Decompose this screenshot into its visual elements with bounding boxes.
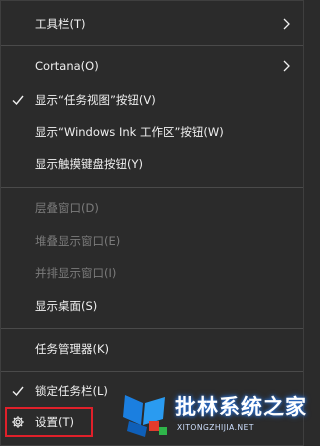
menu-item-label: 工具栏(T)	[35, 17, 86, 31]
menu-separator	[1, 328, 303, 329]
menu-item-label: 显示“Windows Ink 工作区”按钮(W)	[35, 125, 224, 139]
menu-item-label: 堆叠显示窗口(E)	[35, 234, 121, 248]
menu-separator	[1, 187, 303, 188]
chevron-right-icon	[283, 60, 290, 72]
menu-item-stack-windows: 堆叠显示窗口(E)	[1, 226, 303, 256]
menu-item-label: 显示桌面(S)	[35, 299, 98, 313]
menu-item-label: 锁定任务栏(L)	[35, 384, 108, 398]
menu-item-label: 设置(T)	[35, 415, 74, 429]
menu-item-label: 层叠窗口(D)	[35, 201, 99, 215]
menu-separator	[1, 371, 303, 372]
menu-item-show-task-view-button[interactable]: 显示“任务视图”按钮(V)	[1, 85, 303, 115]
menu-item-label: 并排显示窗口(I)	[35, 266, 117, 280]
menu-item-task-manager[interactable]: 任务管理器(K)	[1, 334, 303, 364]
menu-item-label: 任务管理器(K)	[35, 342, 110, 356]
menu-item-show-windows-ink-button[interactable]: 显示“Windows Ink 工作区”按钮(W)	[1, 117, 303, 147]
menu-item-label: 显示触摸键盘按钮(Y)	[35, 157, 143, 171]
taskbar-context-menu: 工具栏(T) Cortana(O) 显示“任务视图”按钮(V) 显示“Windo…	[0, 0, 306, 446]
gear-icon	[12, 416, 24, 428]
menu-separator	[1, 45, 303, 46]
menu-item-label: Cortana(O)	[35, 59, 99, 73]
menu-item-settings[interactable]: 设置(T)	[1, 407, 303, 437]
menu-item-show-desktop[interactable]: 显示桌面(S)	[1, 291, 303, 321]
menu-item-label: 显示“任务视图”按钮(V)	[35, 93, 156, 107]
checkmark-icon	[12, 386, 24, 397]
menu-item-cortana[interactable]: Cortana(O)	[1, 51, 303, 81]
checkmark-icon	[12, 95, 24, 106]
menu-item-toolbars[interactable]: 工具栏(T)	[1, 9, 303, 39]
menu-item-cascade-windows: 层叠窗口(D)	[1, 193, 303, 223]
menu-item-side-by-side-windows: 并排显示窗口(I)	[1, 258, 303, 288]
menu-item-show-touch-keyboard-button[interactable]: 显示触摸键盘按钮(Y)	[1, 149, 303, 179]
menu-item-lock-taskbar[interactable]: 锁定任务栏(L)	[1, 376, 303, 406]
chevron-right-icon	[283, 18, 290, 30]
